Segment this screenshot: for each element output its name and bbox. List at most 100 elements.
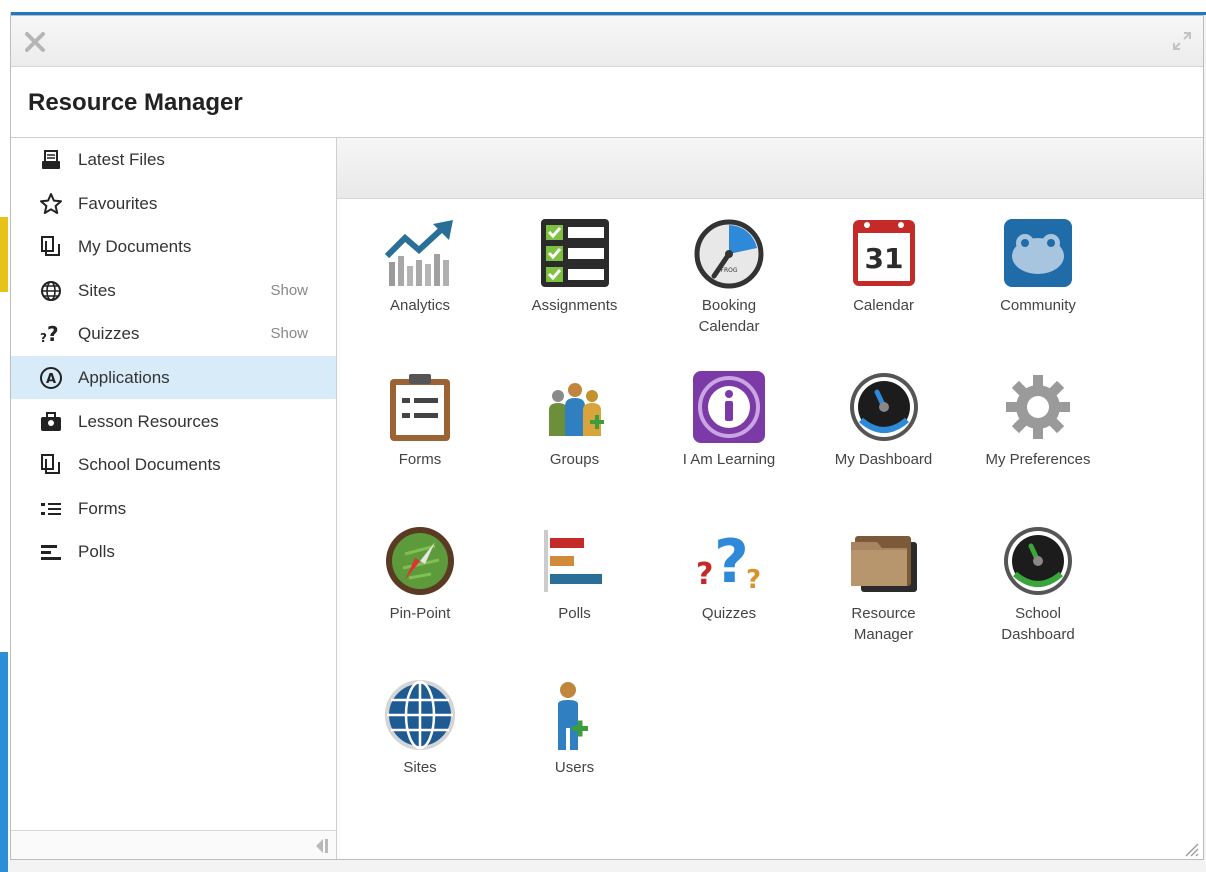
app-label: Forms [398, 451, 442, 468]
content-header [337, 138, 1203, 199]
app-groups[interactable]: Groups [498, 370, 652, 520]
app-school-dashboard[interactable]: School Dashboard [961, 524, 1115, 674]
globe-icon [41, 280, 61, 301]
background-strip [0, 652, 8, 872]
my-dashboard-icon [849, 373, 918, 441]
star-icon [40, 192, 62, 214]
list-icon [41, 502, 61, 515]
app-label: Polls [558, 605, 591, 622]
app-label: Calendar [853, 297, 914, 314]
community-icon [1004, 219, 1072, 287]
sidebar-item-label: Favourites [78, 193, 158, 213]
app-community[interactable]: Community [961, 216, 1115, 366]
sidebar-item-sites[interactable]: Sites Show [11, 269, 336, 312]
app-label: Booking Calendar [698, 297, 760, 335]
sidebar-item-label: My Documents [78, 237, 192, 257]
app-label: Groups [549, 451, 600, 468]
latest-files-icon [42, 150, 60, 169]
app-quizzes[interactable]: ??? Quizzes [652, 524, 806, 674]
svg-text:FROG: FROG [721, 267, 738, 274]
app-label: School Dashboard [1001, 605, 1075, 643]
app-resource-manager[interactable]: Resource Manager [807, 524, 961, 674]
app-pin-point[interactable]: Pin-Point [343, 524, 497, 674]
app-label: Sites [403, 759, 437, 776]
sidebar-item-my-documents[interactable]: My Documents [11, 225, 336, 268]
svg-text:A: A [46, 372, 56, 387]
show-toggle[interactable]: Show [270, 282, 308, 299]
applications-panel: Analytics Assignments FROG Booking Calendar… [337, 138, 1203, 859]
sidebar-item-label: School Documents [78, 455, 221, 475]
sidebar-item-school-documents[interactable]: School Documents [11, 443, 336, 486]
app-users[interactable]: Users [498, 678, 652, 828]
sidebar-item-label: Polls [78, 542, 115, 562]
app-forms[interactable]: Forms [343, 370, 497, 520]
sidebar-item-lesson-resources[interactable]: Lesson Resources [11, 400, 336, 443]
show-toggle[interactable]: Show [270, 325, 308, 342]
app-sites[interactable]: Sites [343, 678, 497, 828]
app-label: Resource Manager [851, 605, 916, 643]
sidebar-item-label: Sites [78, 280, 116, 300]
app-booking-calendar[interactable]: FROG Booking Calendar [652, 216, 806, 366]
svg-text:?: ? [714, 527, 749, 597]
expand-icon[interactable] [1171, 30, 1193, 52]
briefcase-icon [41, 411, 61, 431]
app-i-am-learning[interactable]: I Am Learning [652, 370, 806, 520]
i-am-learning-icon [693, 371, 765, 443]
window-title: Resource Manager [28, 89, 243, 116]
polls-icon [543, 530, 602, 592]
sidebar-item-label: Forms [78, 498, 127, 518]
app-calendar[interactable]: 31 Calendar [807, 216, 961, 366]
background-page-top [0, 0, 1206, 15]
applications-icon: A [40, 367, 62, 389]
svg-text:?: ? [40, 331, 47, 345]
app-label: Community [1000, 297, 1076, 314]
sidebar-item-latest-files[interactable]: Latest Files [11, 138, 336, 181]
sidebar-item-forms[interactable]: Forms [11, 487, 336, 530]
svg-text:?: ? [47, 322, 59, 346]
assignments-icon [540, 219, 609, 287]
compass-icon [386, 527, 454, 595]
collapse-sidebar-icon[interactable] [314, 837, 330, 855]
sidebar-item-applications[interactable]: A Applications [11, 356, 336, 399]
window-toolbar [11, 16, 1203, 67]
app-label: Pin-Point [389, 605, 451, 622]
title-bar: Resource Manager [11, 67, 1203, 138]
quiz-icon: ?? [40, 322, 59, 346]
sidebar-item-polls[interactable]: Polls [11, 530, 336, 573]
sidebar-item-label: Quizzes [78, 324, 140, 344]
documents-icon [41, 236, 60, 257]
app-assignments[interactable]: Assignments [498, 216, 652, 366]
sidebar-item-quizzes[interactable]: ?? Quizzes Show [11, 312, 336, 355]
sidebar: Latest Files Favourites My Documents Sites S… [11, 138, 337, 859]
resize-grip-icon[interactable] [1181, 839, 1199, 857]
calendar-icon: 31 [852, 220, 915, 286]
app-label: Analytics [389, 297, 451, 314]
forms-icon [390, 374, 450, 441]
app-label: My Preferences [985, 451, 1091, 468]
sidebar-item-label: Applications [78, 368, 170, 387]
close-icon[interactable] [23, 30, 47, 54]
app-label: Quizzes [701, 605, 757, 622]
app-polls[interactable]: Polls [498, 524, 652, 674]
app-label: Users [554, 759, 595, 776]
app-analytics[interactable]: Analytics [343, 216, 497, 366]
background-strip [0, 217, 8, 292]
app-my-preferences[interactable]: My Preferences [961, 370, 1115, 520]
svg-text:31: 31 [864, 242, 903, 275]
sidebar-footer [11, 830, 336, 859]
app-label: I Am Learning [682, 451, 776, 468]
analytics-icon [384, 220, 453, 286]
sidebar-item-label: Latest Files [78, 150, 165, 169]
sidebar-item-label: Lesson Resources [78, 411, 219, 431]
svg-text:?: ? [696, 557, 713, 592]
app-label: My Dashboard [834, 451, 933, 468]
quizzes-icon: ??? [696, 527, 761, 597]
sidebar-item-favourites[interactable]: Favourites [11, 182, 336, 225]
svg-text:?: ? [746, 565, 761, 595]
booking-calendar-icon: FROG [694, 219, 764, 289]
resource-manager-window: Resource Manager Latest Files Favourites M… [10, 15, 1204, 860]
add-user-icon [557, 682, 588, 750]
school-dashboard-icon [1004, 527, 1072, 595]
app-label: Assignments [531, 297, 618, 314]
app-my-dashboard[interactable]: My Dashboard [807, 370, 961, 520]
